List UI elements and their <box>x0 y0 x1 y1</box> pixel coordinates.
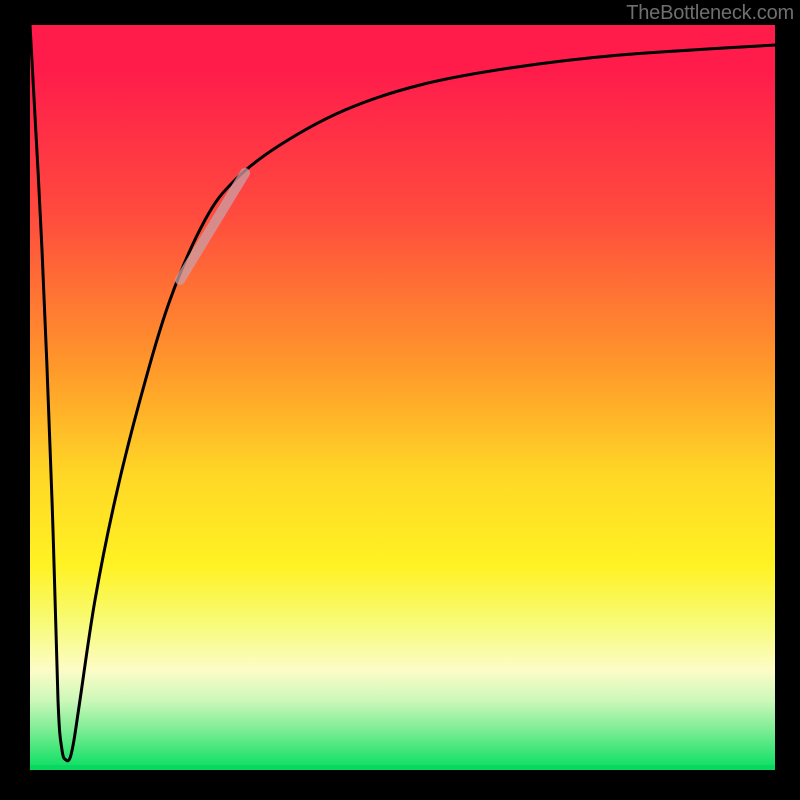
y-axis <box>20 20 30 780</box>
watermark-text: TheBottleneck.com <box>626 2 794 25</box>
plot-area <box>25 25 775 775</box>
axis-corner-cap <box>20 20 30 30</box>
chart-stage: TheBottleneck.com <box>0 0 800 800</box>
x-axis <box>20 770 780 780</box>
